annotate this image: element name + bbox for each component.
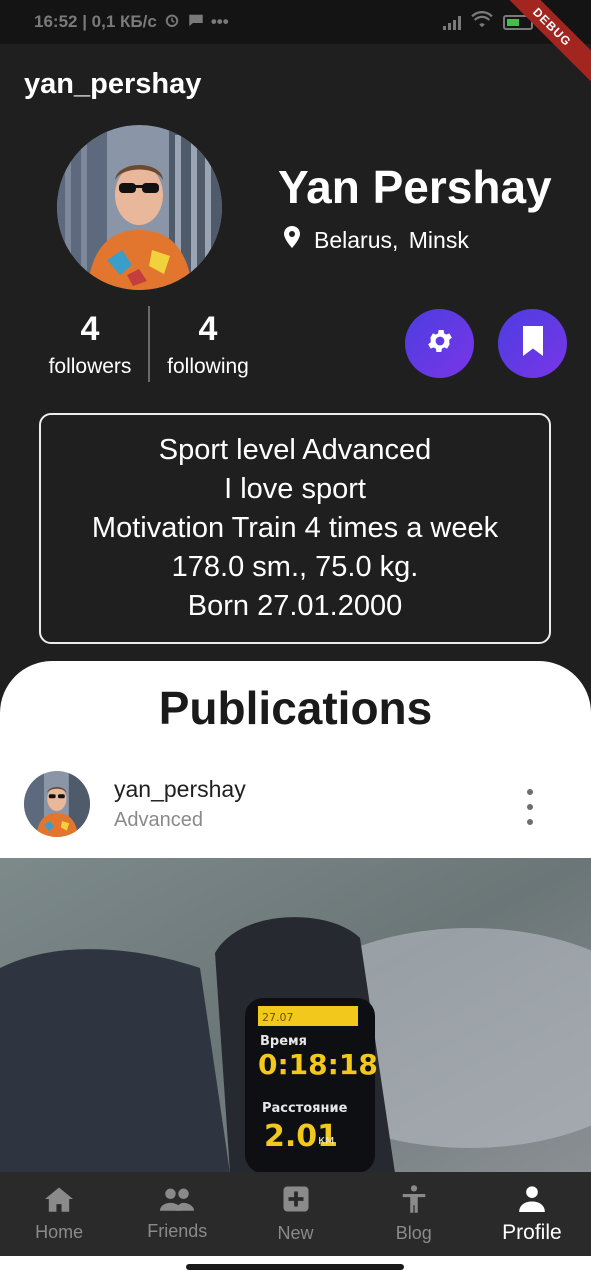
nav-blog-label: Blog (395, 1223, 432, 1243)
post-image[interactable]: 27.07 Время 0:18:18 Расстояние 2.01 км (0, 858, 591, 1173)
header-username: yan_pershay (24, 68, 202, 100)
profile-stats: 4 followers 4 following (40, 306, 258, 382)
nav-friends[interactable]: Friends (118, 1172, 236, 1256)
nav-profile[interactable]: Profile (473, 1172, 591, 1256)
profile-location: Belarus, Minsk (284, 226, 469, 254)
svg-text:27.07: 27.07 (262, 1011, 294, 1024)
bio-box: Sport level Advanced I love sport Motiva… (39, 413, 551, 644)
post-author-username[interactable]: yan_pershay (114, 776, 246, 803)
bio-motivation: Motivation Train 4 times a week (91, 512, 499, 544)
gear-icon (425, 326, 455, 361)
following-count: 4 (198, 310, 218, 348)
nav-new-label: New (277, 1223, 314, 1243)
nav-home-label: Home (35, 1222, 84, 1242)
profile-name: Yan Pershay (278, 161, 552, 213)
home-indicator[interactable] (186, 1264, 404, 1270)
post-author-level: Advanced (114, 809, 203, 831)
watch-distance-unit: км (318, 1133, 334, 1147)
bio-birthdate: Born 27.01.2000 (187, 590, 403, 622)
settings-button[interactable] (405, 309, 474, 378)
location-city: Minsk (408, 226, 469, 253)
more-notifications-icon: ••• (210, 12, 229, 31)
bio-measurements: 178.0 sm., 75.0 kg. (171, 551, 419, 583)
post-author-avatar[interactable] (24, 771, 90, 837)
location-country: Belarus, (314, 226, 399, 253)
chat-icon (187, 11, 205, 34)
more-vert-icon (527, 789, 533, 795)
home-icon (43, 1185, 75, 1218)
signal-icon (443, 14, 461, 30)
bio-sport-level: Sport level Advanced (158, 434, 432, 466)
add-box-icon (281, 1184, 311, 1219)
followers-label: followers (48, 355, 132, 378)
followers-count: 4 (80, 310, 100, 348)
watch-distance-label: Расстояние (262, 1101, 348, 1116)
bookmark-icon (520, 326, 546, 361)
publications-title: Publications (158, 682, 433, 734)
bookmarks-button[interactable] (498, 309, 567, 378)
publications-section: Publications yan_pershay Advanced (0, 661, 591, 861)
profile-avatar[interactable] (57, 125, 222, 290)
watch-time-label: Время (260, 1034, 307, 1049)
nav-new[interactable]: New (236, 1172, 354, 1256)
followers-stat[interactable]: 4 followers (40, 306, 140, 382)
following-label: following (167, 355, 249, 378)
watch-time-value: 0:18:18 (258, 1048, 378, 1081)
nav-home[interactable]: Home (0, 1172, 118, 1256)
location-pin-icon (284, 226, 300, 254)
stats-divider (148, 306, 150, 382)
nav-blog[interactable]: Blog (355, 1172, 473, 1256)
nav-profile-label: Profile (502, 1220, 562, 1244)
alarm-icon (163, 11, 181, 34)
person-icon (518, 1184, 546, 1217)
bio-about: I love sport (224, 473, 366, 505)
people-icon (160, 1186, 195, 1217)
nav-friends-label: Friends (147, 1221, 208, 1241)
status-bar: 16:52 | 0,1 КБ/с ••• (0, 0, 591, 44)
status-time: 16:52 | 0,1 КБ/с (34, 12, 157, 31)
bottom-navigation: Home Friends New Blog Profile (0, 1172, 591, 1256)
accessibility-icon (399, 1184, 429, 1219)
wifi-icon (471, 10, 493, 34)
system-gesture-bar (0, 1256, 591, 1280)
post-more-button[interactable] (518, 789, 542, 825)
following-stat[interactable]: 4 following (158, 306, 258, 382)
